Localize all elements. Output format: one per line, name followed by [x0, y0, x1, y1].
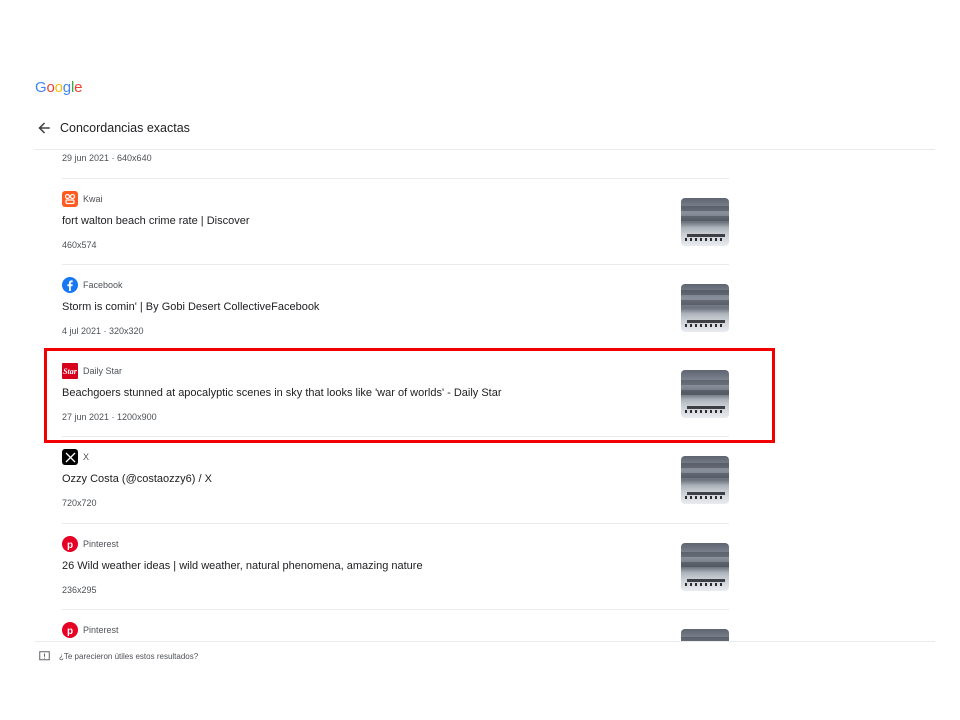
- result-item[interactable]: X Ozzy Costa (@costaozzy6) / X 720x720: [62, 437, 729, 523]
- result-item[interactable]: p Pinterest: [62, 610, 729, 641]
- result-title-link[interactable]: 26 Wild weather ideas | wild weather, na…: [62, 560, 423, 572]
- result-meta: 720x720: [62, 498, 97, 508]
- feedback-footer[interactable]: ¿Te parecieron útiles estos resultados?: [39, 651, 198, 662]
- result-title-link[interactable]: fort walton beach crime rate | Discover: [62, 215, 249, 227]
- x-icon: [62, 449, 78, 465]
- source-name: Kwai: [83, 194, 103, 204]
- source-name: Pinterest: [83, 539, 119, 549]
- result-source: p Pinterest: [62, 622, 119, 638]
- result-meta: 236x295: [62, 585, 97, 595]
- result-meta: 460x574: [62, 240, 97, 250]
- page-header: Concordancias exactas: [0, 118, 960, 140]
- result-thumbnail[interactable]: [681, 543, 729, 591]
- svg-text:p: p: [67, 540, 73, 550]
- back-arrow-icon[interactable]: [36, 120, 52, 136]
- source-name: Facebook: [83, 280, 123, 290]
- result-meta: 29 jun 2021 · 640x640: [62, 153, 152, 163]
- source-name: X: [83, 452, 90, 462]
- result-title-link[interactable]: Storm is comin' | By Gobi Desert Collect…: [62, 301, 319, 313]
- pinterest-icon: p: [62, 536, 78, 552]
- result-source: p Pinterest: [62, 536, 119, 552]
- footer-divider: [35, 641, 935, 642]
- pinterest-icon: p: [62, 622, 78, 638]
- google-logo[interactable]: Google: [35, 79, 82, 96]
- result-thumbnail[interactable]: [681, 198, 729, 246]
- feedback-prompt: ¿Te parecieron útiles estos resultados?: [59, 652, 199, 661]
- kwai-icon: [62, 191, 78, 207]
- result-item[interactable]: p Pinterest 26 Wild weather ideas | wild…: [62, 524, 729, 610]
- selection-highlight-box: [44, 348, 775, 443]
- svg-text:p: p: [67, 626, 73, 636]
- result-thumbnail[interactable]: [681, 456, 729, 504]
- result-source: X: [62, 449, 89, 465]
- result-meta: 4 jul 2021 · 320x320: [62, 326, 144, 336]
- result-source: Facebook: [62, 277, 123, 293]
- result-thumbnail[interactable]: [681, 284, 729, 332]
- page-title: Concordancias exactas: [60, 121, 190, 135]
- result-item[interactable]: Facebook Storm is comin' | By Gobi Deser…: [62, 265, 729, 351]
- result-thumbnail[interactable]: [681, 629, 729, 641]
- result-source: Kwai: [62, 191, 103, 207]
- feedback-icon[interactable]: [39, 651, 50, 662]
- facebook-icon: [62, 277, 78, 293]
- source-name: Pinterest: [83, 625, 119, 635]
- result-title-link[interactable]: Ozzy Costa (@costaozzy6) / X: [62, 473, 212, 485]
- result-item[interactable]: Kwai fort walton beach crime rate | Disc…: [62, 179, 729, 265]
